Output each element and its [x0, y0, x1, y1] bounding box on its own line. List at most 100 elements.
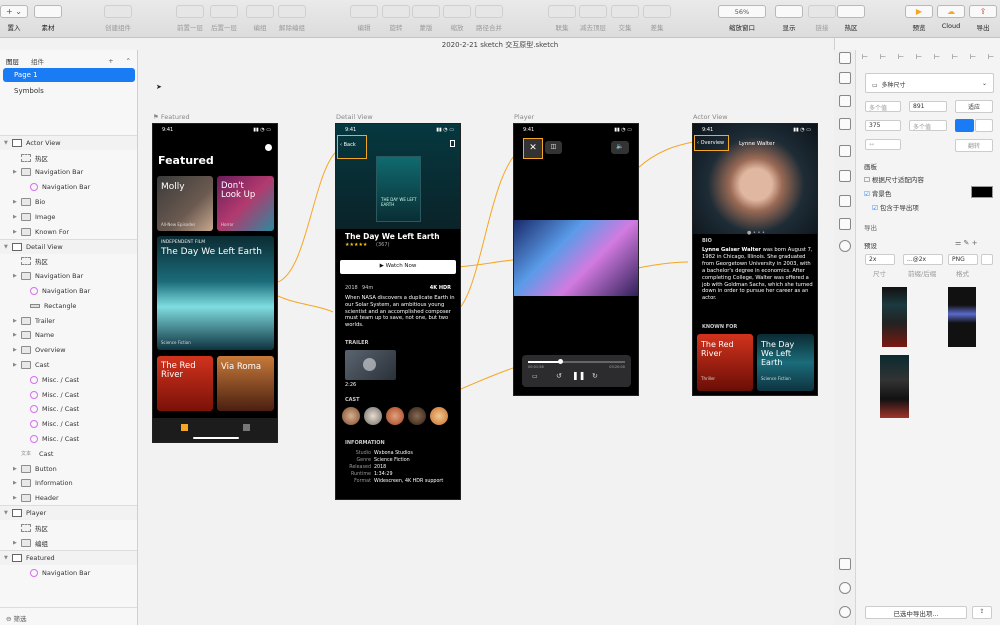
inbox-icon[interactable]: [839, 118, 851, 130]
bg-color-option[interactable]: ☑ 背景色: [864, 188, 891, 198]
frame-icon[interactable]: [839, 195, 851, 207]
card-via-roma[interactable]: Via Roma: [217, 356, 274, 411]
help-icon[interactable]: [839, 582, 851, 594]
page-item-page1[interactable]: Page 1: [3, 68, 135, 82]
align-right-icon[interactable]: ⊢: [898, 53, 904, 61]
disclosure-icon[interactable]: ▶: [13, 495, 21, 501]
layer-row[interactable]: 文本 Cast: [0, 446, 137, 461]
layer-row[interactable]: ▶ Known For: [0, 224, 137, 239]
export-thumb-detail[interactable]: [880, 355, 909, 418]
flip-button[interactable]: 翻转: [955, 139, 993, 152]
toolbar-button-rotate[interactable]: 旋转: [382, 5, 410, 32]
toolbar-button-group[interactable]: 编组: [246, 5, 274, 32]
disclosure-icon[interactable]: ▼: [4, 555, 12, 561]
disclosure-icon[interactable]: ▶: [13, 347, 21, 353]
layer-row[interactable]: Misc. / Cast: [0, 372, 137, 387]
forward-icon[interactable]: ↻: [592, 372, 598, 380]
layer-row[interactable]: Misc. / Cast: [0, 402, 137, 417]
layer-row[interactable]: ▶ 编组: [0, 535, 137, 550]
share-icon[interactable]: ⇪: [972, 606, 992, 619]
cast-avatar[interactable]: [364, 407, 382, 425]
fit-content-option[interactable]: ☐ 根据尺寸适配内容: [864, 174, 924, 184]
layer-row[interactable]: ▶ Cast: [0, 357, 137, 372]
add-page-icon[interactable]: +: [108, 57, 113, 65]
tab-layers[interactable]: 图层: [6, 56, 19, 66]
grid-icon[interactable]: [839, 170, 851, 182]
toolbar-button-difference[interactable]: 差集: [643, 5, 671, 32]
export-selected-button[interactable]: 已选中导出项...: [865, 606, 967, 619]
disclosure-icon[interactable]: ▶: [13, 214, 21, 220]
card-dont-look-up[interactable]: Don't Look Up Horror: [217, 176, 274, 231]
layer-row[interactable]: ▶ Image: [0, 209, 137, 224]
artboard-title-actor[interactable]: Actor View: [693, 113, 728, 121]
timer-icon[interactable]: [839, 240, 851, 252]
layer-row[interactable]: Navigation Bar: [0, 180, 137, 195]
page-item-symbols[interactable]: Symbols: [3, 84, 135, 98]
disclosure-icon[interactable]: ▶: [13, 362, 21, 368]
artboard-title-detail[interactable]: Detail View: [336, 113, 373, 121]
globe-icon[interactable]: [839, 218, 851, 230]
layer-row[interactable]: Misc. / Cast: [0, 417, 137, 432]
toolbar-button-stack[interactable]: 素材: [34, 5, 62, 32]
distribute-v-icon[interactable]: ⊢: [988, 53, 994, 61]
align-icon[interactable]: [839, 52, 851, 64]
align-top-icon[interactable]: ⊢: [916, 53, 922, 61]
preset-select[interactable]: ▭ 多种尺寸 ⌄: [865, 73, 994, 93]
disclosure-icon[interactable]: ▼: [4, 244, 12, 250]
layer-row[interactable]: ▶ Overview: [0, 343, 137, 358]
volume-icon[interactable]: 🔈: [611, 141, 629, 154]
layer-row[interactable]: ▶ Navigation Bar: [0, 269, 137, 284]
toolbar-button-hotspot[interactable]: 热区: [837, 5, 865, 32]
layer-row[interactable]: Misc. / Cast: [0, 431, 137, 446]
align-middle-icon[interactable]: ⊢: [934, 53, 940, 61]
tab-components[interactable]: 组件: [31, 56, 44, 66]
layer-row[interactable]: ▶ Information: [0, 476, 137, 491]
back-button[interactable]: ‹ Back: [337, 135, 367, 159]
canvas[interactable]: ➤ ⚑ Featured 9:41 ▮▮ ◔ ▭ Featured Molly …: [138, 50, 834, 625]
artboard-actor[interactable]: 9:41 ▮▮ ◔ ▭ ‹ Overview Lynne Walter ● • …: [692, 123, 818, 396]
disclosure-icon[interactable]: ▶: [13, 229, 21, 235]
toolbar-button-component[interactable]: 创建组件: [104, 5, 132, 32]
artboard-player[interactable]: 9:41 ▮▮ ◔ ▭ ✕ ◫ 🔈 00:01:58 03:20:00 ▭ ↺ …: [513, 123, 639, 396]
export-size-field[interactable]: 2x: [865, 254, 895, 265]
disclosure-icon[interactable]: ▶: [13, 480, 21, 486]
cast-avatar[interactable]: [342, 407, 360, 425]
toolbar-button-edit[interactable]: 编辑: [350, 5, 378, 32]
layer-row[interactable]: ▶ Header: [0, 491, 137, 506]
toolbar-button-cloud[interactable]: ☁ Cloud: [937, 5, 965, 30]
video-frame[interactable]: [514, 220, 638, 296]
align-left-icon[interactable]: ⊢: [862, 53, 868, 61]
gift-icon[interactable]: [839, 558, 851, 570]
layer-row[interactable]: Navigation Bar: [0, 283, 137, 298]
featured-tab-icon[interactable]: [181, 424, 188, 431]
toolbar-button-ungroup[interactable]: 解除编组: [278, 5, 306, 32]
layer-row[interactable]: ▼ Player: [0, 505, 137, 521]
collapse-icon[interactable]: ⌃: [126, 57, 131, 65]
settings-icon[interactable]: [839, 606, 851, 618]
layer-row[interactable]: Navigation Bar: [0, 565, 137, 580]
toolbar-button-export[interactable]: ⇪ 导出: [969, 5, 997, 32]
layer-row[interactable]: ▶ Navigation Bar: [0, 165, 137, 180]
upload-icon[interactable]: [839, 72, 851, 84]
library-tab-icon[interactable]: [243, 424, 250, 431]
artboard-title-featured[interactable]: ⚑ Featured: [153, 113, 190, 121]
progress-thumb[interactable]: [558, 359, 563, 364]
pause-icon[interactable]: ❚❚: [572, 371, 585, 380]
disclosure-icon[interactable]: ▶: [13, 332, 21, 338]
filter-bar[interactable]: ⊖ 筛选: [0, 607, 137, 625]
disclosure-icon[interactable]: ▶: [13, 273, 21, 279]
toolbar-button-mask[interactable]: 蒙版: [412, 5, 440, 32]
artboard-featured[interactable]: 9:41 ▮▮ ◔ ▭ Featured Molly All-New Episo…: [152, 123, 278, 443]
disclosure-icon[interactable]: ▶: [13, 466, 21, 472]
disclosure-icon[interactable]: ▼: [4, 140, 12, 146]
card-red-river[interactable]: The Red River: [157, 356, 213, 411]
artboard-title-player[interactable]: Player: [514, 113, 534, 121]
rotation-field[interactable]: ↔: [865, 139, 901, 150]
disclosure-icon[interactable]: ▶: [13, 169, 21, 175]
layer-row[interactable]: ▶ Trailer: [0, 313, 137, 328]
watch-now-button[interactable]: ▶ Watch Now: [340, 260, 456, 274]
toolbar-button-zoom[interactable]: 56% 缩放窗口: [718, 5, 766, 32]
toolbar-button-flatten[interactable]: 路径合并: [475, 5, 503, 32]
cast-avatar[interactable]: [430, 407, 448, 425]
toolbar-button-subtract[interactable]: 减去顶层: [579, 5, 607, 32]
